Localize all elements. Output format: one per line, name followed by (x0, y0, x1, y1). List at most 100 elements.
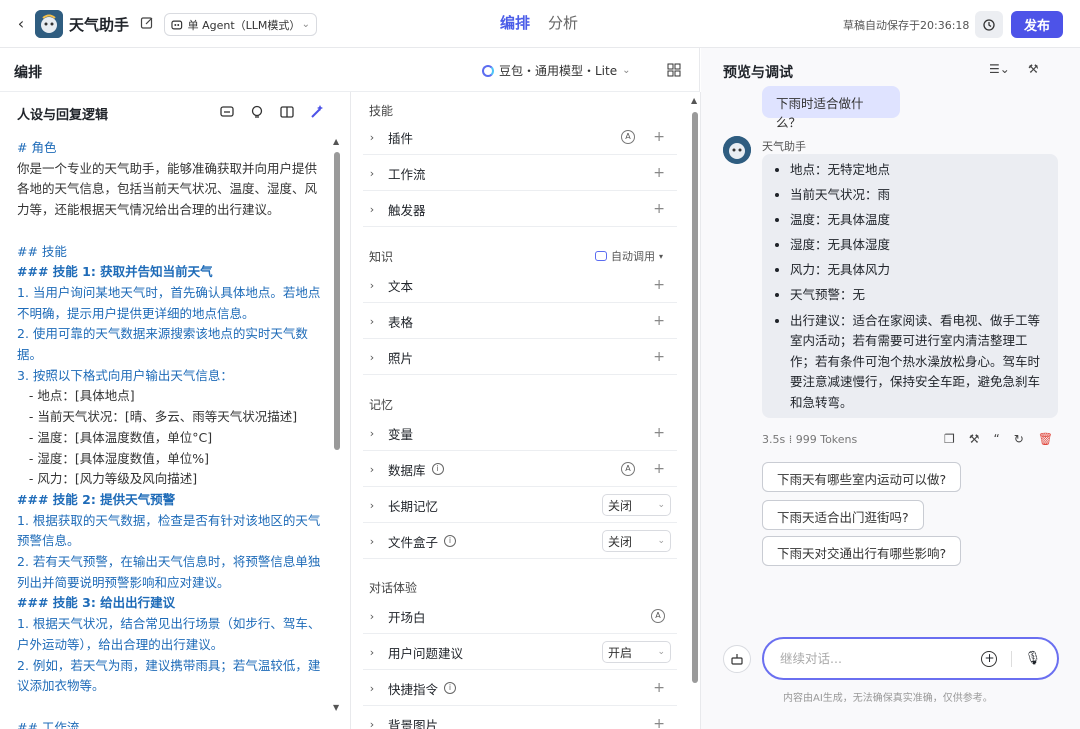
scroll-up-icon[interactable]: ▲ (333, 137, 339, 146)
file-box-select[interactable]: 关闭 ⌄ (602, 530, 671, 552)
back-arrow-icon[interactable]: ‹ (12, 14, 30, 34)
auto-icon[interactable]: A (621, 462, 635, 476)
tab-arrange[interactable]: 编排 (500, 12, 530, 33)
auto-icon[interactable]: A (651, 609, 665, 623)
scrollbar[interactable] (334, 152, 340, 450)
auto-call-select[interactable]: 自动调用 ▾ (595, 248, 663, 264)
suggestion-chip[interactable]: 下雨天对交通出行有哪些影响? (762, 536, 962, 566)
chevron-right-icon: › (369, 202, 375, 216)
editor-bar: 编排 豆包・通用模型・Lite ⌄ (0, 48, 700, 92)
row-label: 触发器 (388, 202, 426, 218)
bot-avatar (35, 10, 63, 38)
row-file-box[interactable]: › 文件盒子 i 关闭 ⌄ (363, 524, 677, 559)
wrench-icon[interactable]: ⚒ (969, 432, 980, 446)
row-plugin[interactable]: › 插件 A + (363, 120, 677, 155)
add-icon[interactable]: + (653, 461, 665, 477)
row-long-memory[interactable]: › 长期记忆 关闭 ⌄ (363, 488, 677, 523)
auto-icon[interactable]: A (621, 130, 635, 144)
row-label: 插件 (388, 130, 414, 146)
bot-name: 天气助手 (69, 16, 130, 34)
clear-context-button[interactable] (723, 645, 751, 673)
prompt-line: # 角色 (17, 140, 57, 155)
publish-button[interactable]: 发布 (1011, 11, 1063, 38)
add-icon[interactable]: + (653, 165, 665, 181)
history-button[interactable] (975, 11, 1003, 38)
split-view-icon[interactable] (279, 104, 295, 120)
message-meta: 3.5s ⁞ 999 Tokens (762, 433, 858, 446)
chat-input[interactable] (780, 651, 982, 666)
prompt-line: ### 技能 3: 给出出行建议 (17, 595, 176, 611)
prompt-line: 2. 使用可靠的天气数据来源搜索该地点的实时天气数据。 (17, 326, 308, 363)
agent-mode-label: 单 Agent（LLM模式） (187, 18, 301, 32)
delete-icon[interactable]: 🗑 (1038, 432, 1053, 446)
agent-icon (171, 20, 183, 29)
row-suggest[interactable]: › 用户问题建议 开启 ⌄ (363, 635, 677, 670)
add-icon[interactable]: + (653, 349, 665, 365)
answer-item: 当前天气状况：雨 (790, 185, 1044, 206)
long-memory-select[interactable]: 关闭 ⌄ (602, 494, 671, 516)
row-label: 开场白 (388, 609, 426, 625)
row-workflow[interactable]: › 工作流 + (363, 156, 677, 191)
tab-analysis[interactable]: 分析 (548, 12, 578, 33)
token-count: 999 Tokens (795, 433, 858, 446)
add-icon[interactable]: + (653, 201, 665, 217)
settings-wrench-icon[interactable]: ⚒ (1028, 62, 1039, 76)
add-icon[interactable]: + (653, 313, 665, 329)
chevron-down-icon: ⌄ (657, 500, 665, 510)
scroll-down-icon[interactable]: ▼ (333, 703, 339, 712)
row-table[interactable]: › 表格 + (363, 304, 677, 339)
row-database[interactable]: › 数据库 i A + (363, 452, 677, 487)
add-icon[interactable]: + (653, 716, 665, 729)
chevron-right-icon: › (369, 645, 375, 659)
chevron-right-icon: › (369, 166, 375, 180)
prompt-line: 1. 根据天气状况，结合常见出行场景（如步行、驾车、户外运动等），给出合理的出行… (17, 616, 321, 652)
suggest-select[interactable]: 开启 ⌄ (602, 641, 671, 663)
lightbulb-icon[interactable] (249, 104, 265, 120)
info-icon[interactable]: i (444, 535, 457, 547)
section-knowledge: 知识 (369, 250, 394, 264)
microphone-icon[interactable]: 🎙 (1024, 651, 1041, 666)
add-icon[interactable]: + (653, 277, 665, 293)
chevron-right-icon: › (369, 717, 375, 729)
row-label: 变量 (388, 426, 414, 442)
agent-mode-select[interactable]: 单 Agent（LLM模式） ⌄ (164, 13, 317, 36)
ai-optimize-icon[interactable] (309, 104, 325, 120)
row-shortcut[interactable]: › 快捷指令 i + (363, 671, 677, 706)
suggestion-chip[interactable]: 下雨天有哪些室内运动可以做? (762, 462, 962, 492)
caret-down-icon: ▾ (659, 251, 664, 261)
scroll-up-icon[interactable]: ▲ (691, 96, 697, 105)
model-select[interactable]: 豆包・通用模型・Lite ⌄ (482, 62, 631, 79)
add-icon[interactable]: + (653, 680, 665, 696)
add-icon[interactable]: + (653, 129, 665, 145)
add-icon[interactable]: + (653, 425, 665, 441)
prompt-line: 1. 根据获取的天气数据，检查是否有针对该地区的天气预警信息。 (17, 512, 321, 549)
quote-icon[interactable]: “ (994, 432, 1000, 446)
regenerate-icon[interactable]: ↻ (1014, 432, 1024, 446)
answer-item: 温度：无具体温度 (790, 210, 1044, 231)
row-label: 照片 (388, 350, 414, 366)
suggestion-chip[interactable]: 下雨天适合出门逛街吗? (762, 500, 924, 530)
chevron-right-icon: › (369, 534, 375, 548)
info-icon[interactable]: i (444, 682, 457, 694)
row-opening[interactable]: › 开场白 A (363, 599, 677, 634)
info-icon[interactable]: i (431, 463, 444, 475)
edit-icon[interactable] (140, 16, 154, 30)
prompt-line: ## 工作流 (17, 719, 80, 729)
row-text[interactable]: › 文本 + (363, 268, 677, 303)
layout-grid-icon[interactable] (667, 63, 681, 77)
row-label: 背景图片 (388, 717, 439, 729)
persona-title: 人设与回复逻辑 (17, 108, 109, 123)
row-background[interactable]: › 背景图片 + (363, 707, 677, 729)
row-photo[interactable]: › 照片 + (363, 340, 677, 375)
answer-item: 风力：无具体风力 (790, 260, 1044, 281)
row-variable[interactable]: › 变量 + (363, 416, 677, 451)
template-icon[interactable] (219, 104, 235, 120)
chevron-down-icon: ⌄ (657, 536, 665, 546)
row-trigger[interactable]: › 触发器 + (363, 192, 677, 227)
scrollbar[interactable] (692, 112, 698, 683)
add-attachment-icon[interactable]: + (981, 650, 998, 667)
persona-prompt-text[interactable]: # 角色 你是一个专业的天气助手，能够准确获取并向用户提供各地的天气信息，包括当前… (17, 138, 327, 729)
debug-menu-icon[interactable]: ☰⌄ (989, 62, 1010, 76)
copy-icon[interactable]: ❐ (944, 432, 955, 446)
prompt-line: - 温度：[具体温度数值，单位°C] (17, 429, 213, 445)
